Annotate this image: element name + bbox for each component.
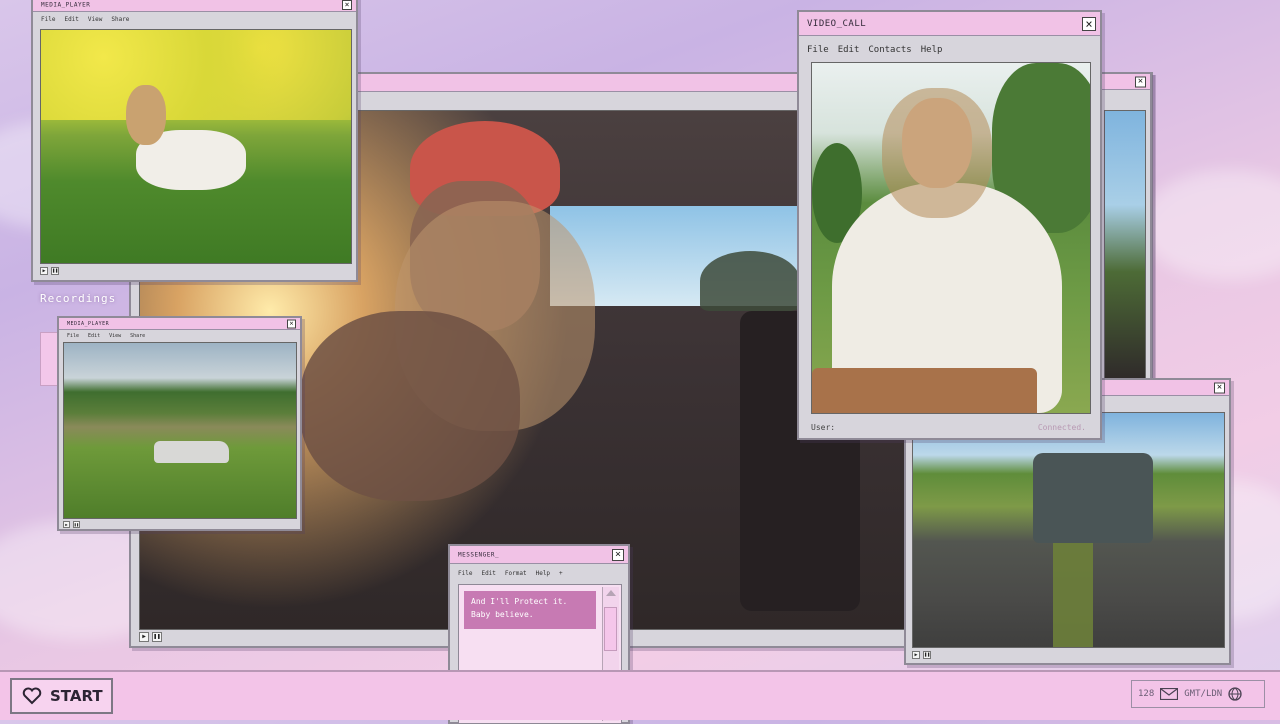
user-label: User:	[811, 423, 836, 432]
menu-help[interactable]: Help	[536, 570, 550, 577]
play-button[interactable]: ▶	[139, 632, 149, 642]
window-title: VIDEO_CALL	[807, 18, 867, 29]
meadow-video	[40, 29, 352, 264]
road-video-window-back[interactable]: ×	[1100, 72, 1152, 392]
play-button[interactable]: ▶	[63, 521, 70, 528]
play-button[interactable]: ▶	[912, 651, 920, 659]
taskbar: START 128 GMT/LDN	[0, 670, 1280, 720]
play-button[interactable]: ▶	[40, 267, 48, 275]
close-icon[interactable]: ×	[1082, 16, 1096, 31]
menu-view[interactable]: View	[109, 333, 121, 339]
menu-view[interactable]: View	[88, 16, 102, 23]
scroll-up-icon[interactable]	[606, 590, 616, 596]
start-label: START	[50, 687, 103, 705]
menu-edit[interactable]: Edit	[481, 570, 495, 577]
media-player-titlebar[interactable]: MEDIA_PLAYER ×	[33, 0, 356, 12]
tray-count: 128	[1138, 689, 1155, 699]
desktop-folder-icon[interactable]	[40, 332, 58, 386]
back-window-titlebar[interactable]: ×	[1102, 74, 1150, 90]
pause-button[interactable]: ❚❚	[51, 267, 59, 275]
playback-controls: ▶ ❚❚	[912, 651, 931, 659]
menu-contacts[interactable]: Contacts	[868, 45, 911, 55]
chat-message-bubble: And I'll Protect it. Baby believe.	[464, 591, 596, 629]
back-window-video	[1104, 110, 1146, 380]
close-icon[interactable]: ×	[1214, 382, 1225, 393]
woman-hair	[882, 88, 992, 218]
video-call-titlebar[interactable]: VIDEO_CALL ×	[799, 12, 1100, 36]
recordings-label[interactable]: Recordings	[40, 292, 116, 305]
menu-share[interactable]: Share	[111, 16, 129, 23]
tree-silhouette	[700, 251, 800, 311]
menubar: File Edit Format Help +	[458, 570, 563, 577]
blonde-head	[126, 85, 166, 145]
media-player-window[interactable]: MEDIA_PLAYER × File Edit View Share ▶ ❚❚	[31, 0, 358, 282]
connection-status: Connected.	[1037, 423, 1086, 432]
menu-file[interactable]: File	[807, 45, 829, 55]
media-player-titlebar[interactable]: MEDIA_PLAYER ×	[59, 318, 300, 330]
menu-file[interactable]: File	[41, 16, 55, 23]
dark-bmw-car	[1033, 453, 1153, 543]
menu-edit[interactable]: Edit	[64, 16, 78, 23]
close-icon[interactable]: ×	[342, 0, 352, 10]
close-icon[interactable]: ×	[612, 548, 624, 561]
menu-file[interactable]: File	[458, 570, 472, 577]
close-icon[interactable]: ×	[287, 319, 296, 328]
menu-help[interactable]: Help	[921, 45, 943, 55]
window-title: MESSENGER_	[458, 551, 500, 558]
menubar: File Edit Contacts Help	[807, 45, 942, 55]
field-car-video	[63, 342, 297, 519]
messenger-titlebar[interactable]: MESSENGER_ ×	[450, 546, 628, 564]
menu-edit[interactable]: Edit	[88, 333, 100, 339]
cycling-video	[811, 62, 1091, 414]
main-playback-controls: ▶ ❚❚	[139, 632, 162, 642]
pause-button[interactable]: ❚❚	[923, 651, 931, 659]
tray-clock[interactable]: GMT/LDN	[1184, 689, 1222, 699]
menu-format[interactable]: Format	[505, 570, 527, 577]
yellow-flowers	[41, 30, 351, 120]
media-player-small-window[interactable]: MEDIA_PLAYER × File Edit View Share ▶ ❚❚	[57, 316, 302, 531]
heart-icon	[22, 686, 42, 706]
mail-icon[interactable]	[1160, 687, 1179, 701]
video-call-window[interactable]: VIDEO_CALL × File Edit Contacts Help Use…	[797, 10, 1102, 440]
playback-controls: ▶ ❚❚	[63, 521, 80, 528]
pause-button[interactable]: ❚❚	[152, 632, 162, 642]
window-title: MEDIA_PLAYER	[67, 320, 110, 327]
menu-file[interactable]: File	[67, 333, 79, 339]
reaching-arm	[300, 311, 520, 501]
playback-controls: ▶ ❚❚	[40, 267, 59, 275]
road-car-video	[912, 412, 1225, 648]
menu-edit[interactable]: Edit	[838, 45, 860, 55]
window-title: MEDIA_PLAYER	[41, 1, 91, 8]
close-icon[interactable]: ×	[1135, 76, 1146, 87]
system-tray: 128 GMT/LDN	[1131, 680, 1265, 708]
white-car	[154, 441, 229, 463]
menubar: File Edit View Share	[67, 333, 145, 339]
menu-share[interactable]: Share	[130, 333, 145, 339]
start-button[interactable]: START	[10, 678, 113, 714]
bicycle-basket	[812, 368, 1037, 413]
pause-button[interactable]: ❚❚	[73, 521, 80, 528]
globe-icon[interactable]	[1228, 687, 1242, 701]
scroll-thumb[interactable]	[604, 607, 617, 651]
menu-add[interactable]: +	[559, 570, 563, 577]
cloud	[1140, 170, 1280, 280]
menubar: File Edit View Share	[41, 16, 129, 23]
